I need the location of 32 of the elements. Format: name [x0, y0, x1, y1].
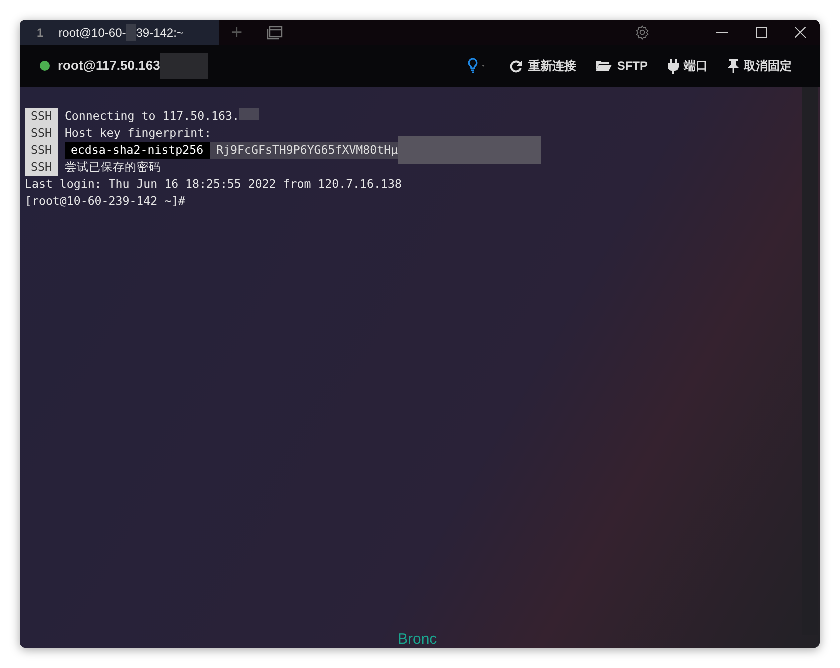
ssh-tag: SSH: [25, 108, 58, 125]
toolbar-button[interactable]: 取消固定: [728, 57, 792, 75]
redaction-block: [126, 24, 136, 41]
tab-title: 39-142:~: [136, 24, 184, 42]
close-icon[interactable]: [795, 27, 806, 38]
terminal-line: 尝试已保存的密码: [64, 159, 161, 176]
fingerprint-value: Rj9FcGFsTH9P6YG65fXVM80tHµ: [210, 142, 398, 159]
redaction-block: [160, 53, 208, 79]
terminal-line: Host key fingerprint:: [64, 125, 212, 142]
ssh-tag: SSH: [25, 125, 58, 142]
tab-number: 1: [37, 24, 44, 42]
plug-icon: [668, 58, 679, 74]
algorithm-label: ecdsa-sha2-nistp256: [64, 142, 210, 159]
settings-icon[interactable]: [635, 25, 650, 40]
terminal-line: Connecting to 117.50.163.: [64, 108, 240, 125]
maximize-icon[interactable]: [756, 27, 767, 38]
toolbar-button[interactable]: 端口: [668, 57, 708, 75]
terminal-line: Last login: Thu Jun 16 18:25:55 2022 from 120.7.16.138: [25, 176, 402, 193]
ssh-tag: SSH: [25, 159, 58, 176]
redaction-block: [239, 108, 260, 120]
refresh-icon: [510, 60, 524, 72]
tab[interactable]: 1 root@10-60- 39-142:~: [20, 20, 219, 45]
tab-title: root@10-60-: [58, 24, 126, 42]
windows-icon[interactable]: [266, 26, 283, 40]
folder-icon: [596, 60, 612, 72]
terminal-line: [root@10-60-239-142 ~]#: [25, 193, 186, 210]
background-text: Bronc: [398, 630, 438, 648]
toolbar-button[interactable]: SFTP: [596, 57, 648, 75]
host-label: root@117.50.163: [58, 57, 160, 76]
toolbar-button[interactable]: 重新连接: [510, 57, 576, 75]
ssh-tag: SSH: [25, 142, 58, 159]
pin-icon: [728, 59, 739, 73]
